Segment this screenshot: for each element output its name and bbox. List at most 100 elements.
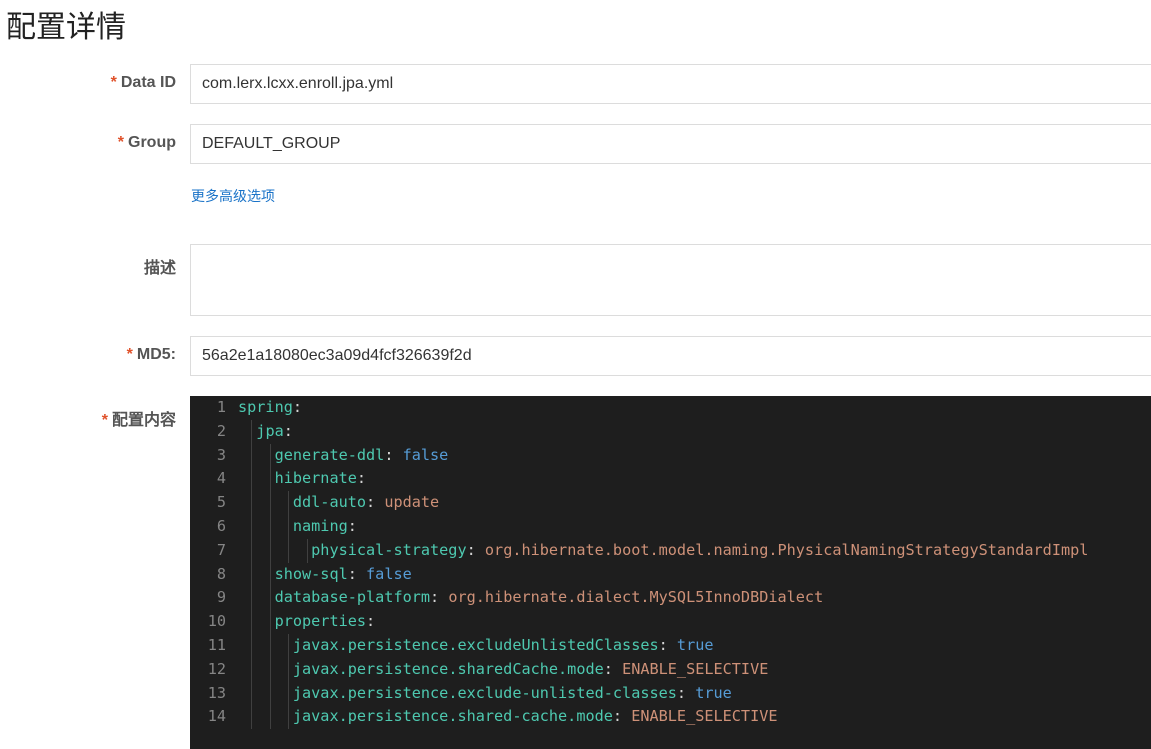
- indent-guide: [288, 515, 290, 539]
- code-line: 12 javax.persistence.sharedCache.mode: E…: [190, 657, 1151, 682]
- code-line: 3 generate-ddl: false: [190, 443, 1151, 468]
- advanced-options-link[interactable]: 更多高级选项: [191, 186, 275, 206]
- required-mark: *: [126, 346, 133, 363]
- yaml-key: physical-strategy: [311, 540, 467, 559]
- indent-guide: [251, 634, 252, 658]
- indent-guide: [288, 538, 290, 563]
- line-number: 14: [207, 707, 226, 726]
- group-value: DEFAULT_GROUP: [202, 135, 341, 152]
- code-line: 10 properties:: [190, 610, 1151, 634]
- indent-guide: [251, 419, 252, 444]
- yaml-key: hibernate: [274, 469, 357, 488]
- line-number: 3: [216, 445, 226, 464]
- indent-guide: [269, 538, 271, 563]
- indent-guide: [251, 562, 252, 587]
- md5-label: * MD5:: [126, 346, 176, 363]
- indent-guide: [269, 634, 271, 658]
- yaml-key: database-platform: [274, 588, 431, 607]
- code-line: 5 ddl-auto: update: [190, 491, 1151, 515]
- line-number: 6: [216, 517, 226, 535]
- yaml-value: true: [686, 683, 732, 702]
- code-line: 9 database-platform: org.hibernate.diale…: [190, 586, 1151, 611]
- indent-guide: [251, 443, 252, 468]
- indent-guide: [269, 705, 271, 730]
- content-label: * 配置内容: [101, 412, 176, 429]
- line-number: 5: [216, 493, 226, 512]
- indent-guide: [251, 491, 252, 515]
- line-number: 12: [207, 659, 226, 678]
- required-mark: *: [101, 412, 108, 429]
- yaml-value: true: [667, 636, 714, 654]
- line-number: 10: [207, 612, 226, 631]
- indent-guide: [288, 634, 290, 658]
- indent-guide: [269, 515, 271, 539]
- yaml-value: org.hibernate.boot.model.naming.Physical…: [475, 540, 1089, 559]
- yaml-key: spring: [238, 398, 293, 416]
- yaml-value: false: [356, 564, 412, 583]
- yaml-key: show-sql: [274, 564, 348, 583]
- indent-guide: [288, 491, 290, 515]
- indent-guide: [269, 491, 271, 515]
- indent-guide: [288, 681, 290, 706]
- yaml-value: update: [375, 493, 440, 512]
- code-line: 7 physical-strategy: org.hibernate.boot.…: [190, 538, 1151, 563]
- indent-guide: [251, 467, 252, 492]
- data-id-field[interactable]: com.lerx.lcxx.enroll.jpa.yml: [190, 64, 1151, 104]
- required-mark: *: [110, 74, 117, 91]
- code-line: 14 javax.persistence.shared-cache.mode: …: [190, 705, 1151, 730]
- yaml-value: ENABLE_SELECTIVE: [622, 707, 778, 726]
- line-number: 11: [207, 636, 226, 654]
- indent-guide: [251, 610, 252, 634]
- indent-guide: [269, 467, 271, 492]
- yaml-key: javax.persistence.sharedCache.mode: [292, 659, 604, 678]
- code-line: 4 hibernate:: [190, 467, 1151, 492]
- line-number: 8: [216, 564, 226, 583]
- md5-value: 56a2e1a18080ec3a09d4fcf326639f2d: [202, 347, 472, 364]
- description-label: 描述: [143, 260, 176, 277]
- line-number: 9: [216, 588, 226, 607]
- indent-guide: [269, 657, 271, 682]
- code-editor[interactable]: 1 spring: 2 jpa: 3 generate-ddl: false 4 hib…: [190, 396, 1151, 749]
- indent-guide: [251, 681, 252, 706]
- yaml-key: javax.persistence.shared-cache.mode: [292, 707, 613, 726]
- data-id-value: com.lerx.lcxx.enroll.jpa.yml: [202, 75, 394, 92]
- yaml-value: ENABLE_SELECTIVE: [612, 659, 769, 678]
- line-number: 1: [216, 398, 226, 416]
- yaml-value: org.hibernate.dialect.MySQL5InnoDBDialec…: [439, 588, 824, 607]
- indent-guide: [288, 705, 290, 730]
- yaml-value: false: [393, 445, 449, 464]
- indent-guide: [251, 657, 252, 682]
- indent-guide: [251, 586, 252, 611]
- yaml-key: properties: [274, 612, 367, 631]
- line-number: 7: [216, 540, 226, 559]
- description-textarea[interactable]: [190, 244, 1151, 316]
- code-line: 8 show-sql: false: [190, 562, 1151, 587]
- indent-guide: [269, 562, 271, 587]
- indent-guide: [269, 681, 271, 706]
- data-id-label: * Data ID: [110, 74, 176, 91]
- indent-guide: [251, 515, 252, 539]
- yaml-key: javax.persistence.excludeUnlistedClasses: [292, 636, 659, 654]
- md5-field[interactable]: 56a2e1a18080ec3a09d4fcf326639f2d: [190, 336, 1151, 376]
- yaml-key: jpa: [256, 421, 284, 440]
- indent-guide: [251, 538, 252, 563]
- line-number: 13: [207, 683, 226, 702]
- group-field[interactable]: DEFAULT_GROUP: [190, 124, 1151, 164]
- code-line: 13 javax.persistence.exclude-unlisted-cl…: [190, 681, 1151, 706]
- indent-guide: [306, 538, 308, 563]
- yaml-key: generate-ddl: [274, 445, 385, 464]
- indent-guide: [269, 586, 271, 611]
- code-line: 1 spring:: [190, 396, 1151, 420]
- yaml-key: naming: [292, 517, 348, 535]
- yaml-key: ddl-auto: [292, 493, 367, 512]
- group-label: * Group: [117, 134, 176, 151]
- page-title: 配置详情: [6, 10, 126, 45]
- code-line: 2 jpa:: [190, 419, 1151, 444]
- code-line: 11 javax.persistence.excludeUnlistedClas…: [190, 634, 1151, 658]
- indent-guide: [269, 443, 271, 468]
- indent-guide: [251, 705, 252, 730]
- code-line: 6 naming:: [190, 515, 1151, 539]
- line-number: 4: [216, 469, 226, 488]
- required-mark: *: [117, 134, 124, 151]
- line-number: 2: [216, 421, 226, 440]
